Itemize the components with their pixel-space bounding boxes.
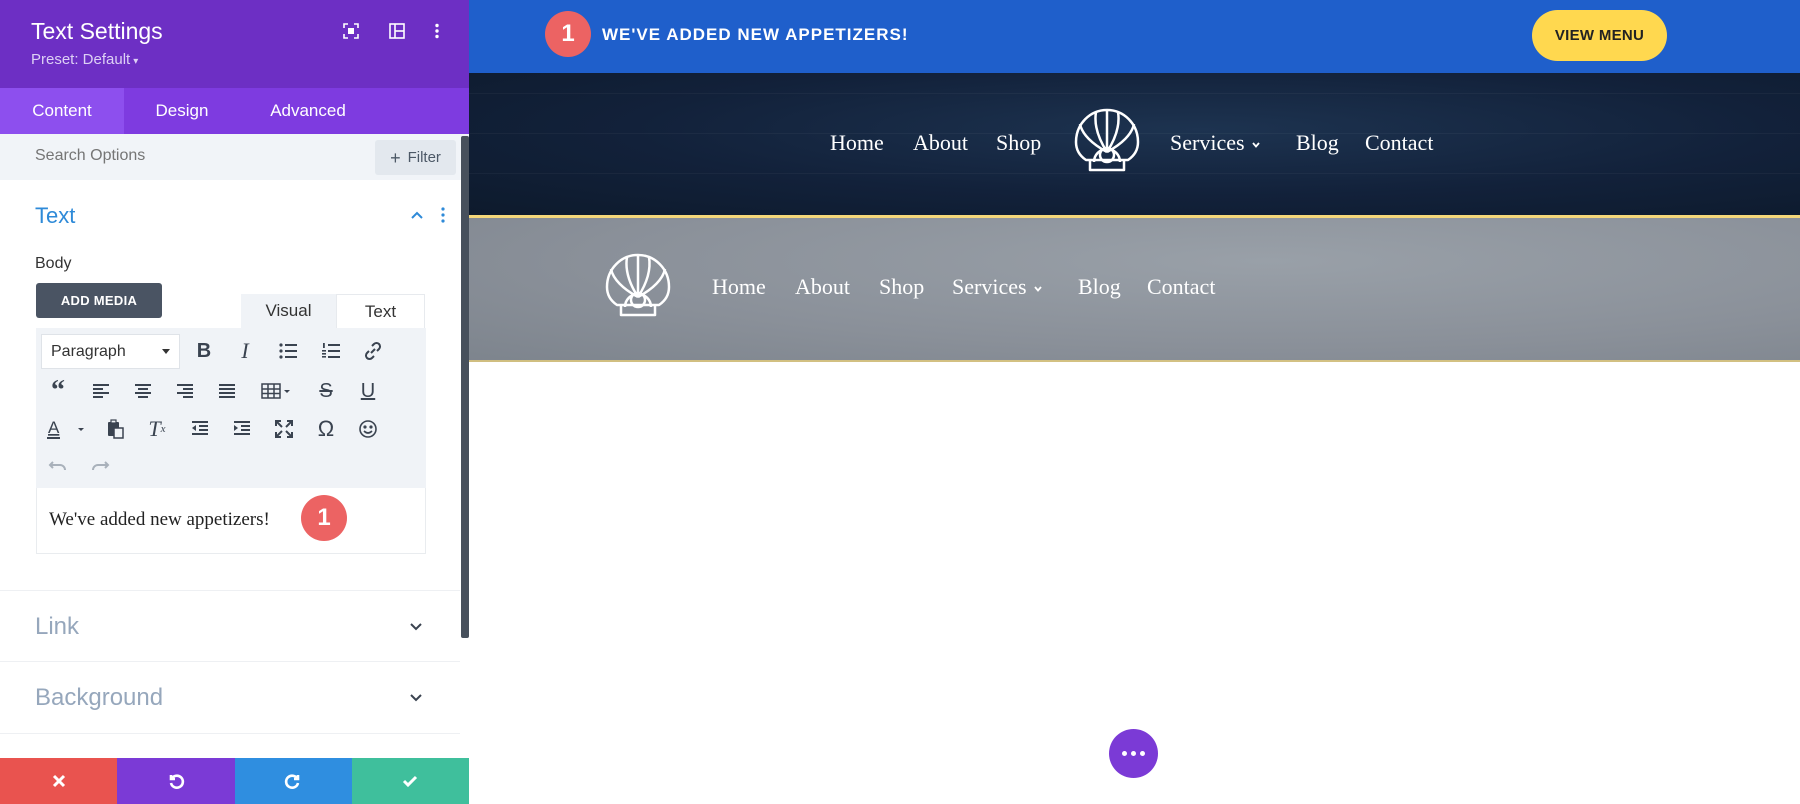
nav-home-secondary[interactable]: Home (712, 274, 766, 300)
caret-down-icon (162, 349, 170, 354)
redo-button[interactable] (234, 758, 352, 804)
dot-icon (1131, 751, 1136, 756)
indent-icon[interactable] (229, 416, 255, 442)
text-color-icon[interactable]: A (42, 416, 90, 442)
nav-shop-secondary[interactable]: Shop (879, 274, 924, 300)
fullscreen-editor-icon[interactable] (271, 416, 297, 442)
redo-icon (284, 774, 300, 789)
add-media-button[interactable]: ADD MEDIA (36, 283, 162, 318)
nav-services-secondary[interactable]: Services (952, 274, 1043, 300)
nav-contact[interactable]: Contact (1365, 130, 1433, 156)
chevron-down-icon (1033, 286, 1042, 292)
strikethrough-icon[interactable]: S (313, 378, 339, 404)
seashell-logo-icon[interactable] (599, 249, 677, 327)
panel-title: Text Settings (31, 18, 163, 44)
nav-about-secondary[interactable]: About (795, 274, 850, 300)
decorative-wave (469, 93, 1800, 94)
undo-button[interactable] (117, 758, 235, 804)
outdent-icon[interactable] (187, 416, 213, 442)
align-left-icon[interactable] (88, 378, 114, 404)
panel-footer (0, 758, 469, 804)
redo-icon[interactable] (87, 452, 113, 478)
nav-shop[interactable]: Shop (996, 130, 1041, 156)
tab-visual[interactable]: Visual (241, 294, 336, 328)
align-center-icon[interactable] (130, 378, 156, 404)
blockquote-icon[interactable]: “ (45, 377, 71, 405)
italic-icon[interactable]: I (232, 338, 258, 364)
table-icon[interactable] (258, 378, 294, 404)
split-view-icon[interactable] (386, 20, 408, 42)
dot-icon (1122, 751, 1127, 756)
format-select-value: Paragraph (51, 343, 126, 360)
tab-advanced[interactable]: Advanced (240, 88, 376, 134)
background-section-title[interactable]: Background (35, 684, 163, 712)
tab-design[interactable]: Design (124, 88, 240, 134)
caret-down-icon: ▾ (133, 56, 139, 67)
chevron-up-icon[interactable] (409, 207, 425, 223)
checkmark-icon (403, 775, 418, 788)
clear-formatting-icon[interactable]: Tx (144, 416, 170, 442)
divider (0, 661, 460, 662)
view-menu-button[interactable]: VIEW MENU (1532, 10, 1667, 61)
format-select[interactable]: Paragraph (41, 334, 180, 369)
step-badge: 1 (301, 495, 347, 541)
more-options-icon[interactable] (426, 20, 448, 42)
nav-services[interactable]: Services (1170, 130, 1261, 156)
body-label: Body (35, 255, 72, 272)
link-icon[interactable] (360, 338, 386, 364)
page-settings-fab[interactable] (1109, 729, 1158, 778)
step-badge: 1 (545, 11, 591, 57)
text-settings-panel: Text Settings Preset: Default ▾ Content D… (0, 0, 469, 804)
nav-blog-secondary[interactable]: Blog (1078, 274, 1121, 300)
header-divider (469, 360, 1800, 362)
editor-text: We've added new appetizers! (49, 509, 270, 530)
settings-tabs: Content Design Advanced (0, 88, 469, 134)
panel-scrollbar[interactable] (461, 136, 469, 638)
divider (0, 590, 460, 591)
link-section-title[interactable]: Link (35, 613, 79, 641)
filter-button[interactable]: + Filter (375, 140, 456, 175)
nav-contact-secondary[interactable]: Contact (1147, 274, 1215, 300)
fullscreen-icon[interactable] (340, 20, 362, 42)
preset-dropdown[interactable]: Preset: Default ▾ (31, 51, 138, 68)
section-options-icon[interactable] (437, 206, 449, 224)
chevron-down-icon[interactable] (408, 690, 424, 706)
seashell-logo-icon[interactable] (1068, 104, 1146, 182)
svg-text:A: A (48, 418, 60, 437)
announcement-bar: 1 WE'VE ADDED NEW APPETIZERS! VIEW MENU (469, 0, 1800, 73)
cancel-button[interactable] (0, 758, 118, 804)
panel-header: Text Settings Preset: Default ▾ (0, 0, 469, 88)
nav-about[interactable]: About (913, 130, 968, 156)
nav-services-label: Services (1170, 130, 1245, 155)
page-preview: 1 WE'VE ADDED NEW APPETIZERS! VIEW MENU … (469, 0, 1800, 804)
filter-label: Filter (407, 149, 441, 166)
nav-services-label: Services (952, 274, 1027, 299)
search-input[interactable] (35, 147, 335, 165)
chevron-down-icon (1251, 142, 1260, 148)
align-right-icon[interactable] (172, 378, 198, 404)
preset-label: Preset: Default (31, 51, 131, 68)
chevron-down-icon[interactable] (408, 619, 424, 635)
undo-icon (169, 774, 185, 789)
tab-text[interactable]: Text (336, 294, 425, 328)
special-character-icon[interactable]: Ω (313, 416, 339, 442)
numbered-list-icon[interactable] (318, 338, 344, 364)
save-button[interactable] (351, 758, 469, 804)
dot-icon (1140, 751, 1145, 756)
underline-icon[interactable]: U (355, 378, 381, 404)
bullet-list-icon[interactable] (275, 338, 301, 364)
divider (0, 733, 460, 734)
tab-content[interactable]: Content (0, 88, 124, 134)
nav-blog[interactable]: Blog (1296, 130, 1339, 156)
paste-text-icon[interactable] (102, 416, 128, 442)
bold-icon[interactable]: B (191, 338, 217, 364)
undo-icon[interactable] (45, 452, 71, 478)
announcement-text: WE'VE ADDED NEW APPETIZERS! (602, 25, 909, 44)
plus-icon: + (390, 147, 401, 168)
nav-home[interactable]: Home (830, 130, 884, 156)
text-section-title[interactable]: Text (35, 203, 75, 229)
close-icon (52, 774, 65, 788)
align-justify-icon[interactable] (214, 378, 240, 404)
emoji-icon[interactable] (355, 416, 381, 442)
